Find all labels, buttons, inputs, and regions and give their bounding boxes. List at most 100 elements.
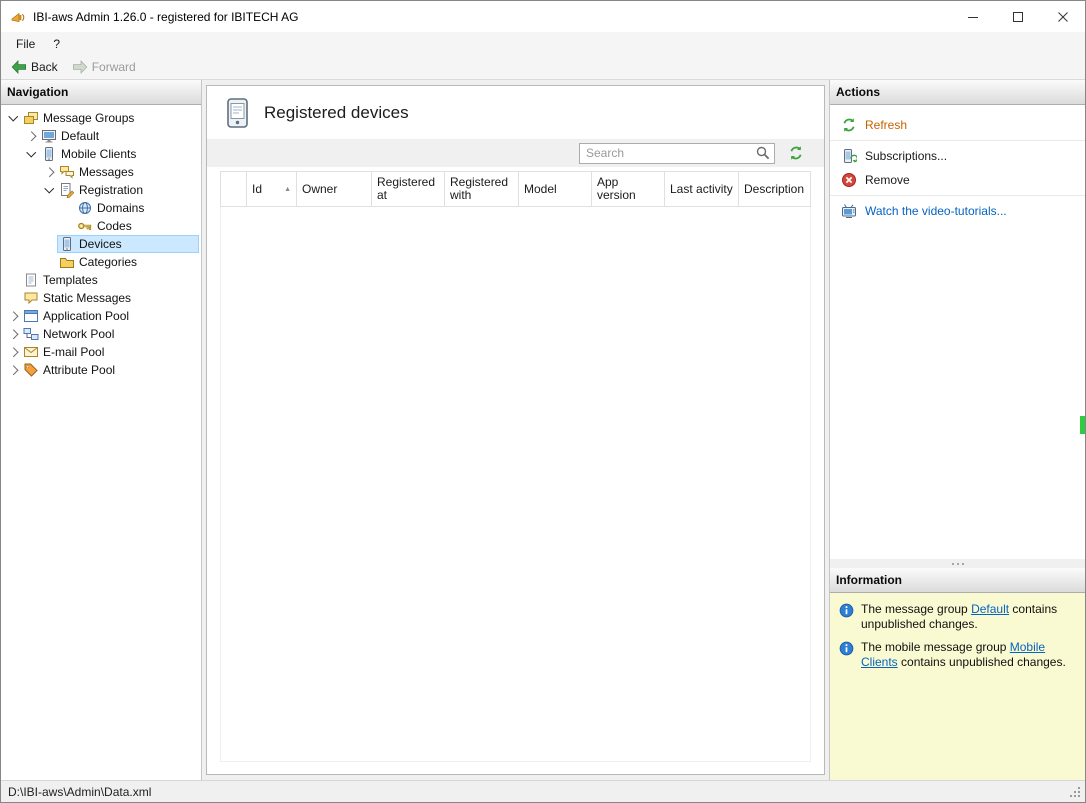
- link-default-group[interactable]: Default: [971, 602, 1009, 616]
- tree-item-static-messages[interactable]: Static Messages: [1, 289, 201, 307]
- search-input[interactable]: [579, 142, 775, 164]
- tree-item-label: Message Groups: [43, 111, 135, 125]
- attribute-pool-icon: [23, 362, 39, 378]
- column-header-app-version[interactable]: App version: [592, 172, 665, 206]
- tree-item-templates[interactable]: Templates: [1, 271, 201, 289]
- close-icon: [1057, 11, 1068, 22]
- tree-item-codes[interactable]: Codes: [1, 217, 201, 235]
- column-label: Registered with: [450, 175, 509, 202]
- chevron-down-icon[interactable]: [41, 182, 57, 198]
- static-messages-icon: [23, 290, 39, 306]
- tree-item-network-pool[interactable]: Network Pool: [1, 325, 201, 343]
- messages-icon: [59, 164, 75, 180]
- status-bar: D:\IBI-aws\Admin\Data.xml: [1, 780, 1085, 802]
- action-label: Remove: [865, 173, 910, 187]
- chevron-right-icon[interactable]: [5, 308, 21, 324]
- maximize-button[interactable]: [995, 1, 1040, 32]
- tree-item-messages[interactable]: Messages: [1, 163, 201, 181]
- title-bar[interactable]: IBI-aws Admin 1.26.0 - registered for IB…: [1, 1, 1085, 32]
- tree-item-application-pool[interactable]: Application Pool: [1, 307, 201, 325]
- chevron-right-icon[interactable]: [41, 164, 57, 180]
- column-header-registered-with[interactable]: Registered with: [445, 172, 519, 206]
- forward-button[interactable]: Forward: [66, 57, 142, 77]
- column-header-registered-at[interactable]: Registered at: [372, 172, 445, 206]
- column-header-last-activity[interactable]: Last activity: [665, 172, 739, 206]
- back-button[interactable]: Back: [5, 57, 64, 77]
- window-title: IBI-aws Admin 1.26.0 - registered for IB…: [33, 9, 299, 24]
- registered-devices-panel: Registered devices Search Id ▲ Owner Reg…: [206, 85, 825, 775]
- tree-item-content: Static Messages: [21, 289, 199, 307]
- panel-splitter[interactable]: [830, 559, 1085, 568]
- app-window: IBI-aws Admin 1.26.0 - registered for IB…: [0, 0, 1086, 803]
- tree-item-devices[interactable]: Devices: [1, 235, 201, 253]
- page-title: Registered devices: [264, 102, 409, 122]
- info-message: The mobile message group Mobile Clients …: [830, 632, 1085, 670]
- tree-item-domains[interactable]: Domains: [1, 199, 201, 217]
- column-header-model[interactable]: Model: [519, 172, 592, 206]
- back-label: Back: [31, 60, 58, 74]
- info-message: The message group Default contains unpub…: [830, 594, 1085, 632]
- menu-item-help[interactable]: ?: [44, 34, 69, 54]
- tree-item-content: Categories: [57, 253, 199, 271]
- menu-item-file[interactable]: File: [7, 34, 44, 54]
- chevron-right-icon[interactable]: [5, 344, 21, 360]
- divider: [830, 195, 1085, 196]
- tree-item-categories[interactable]: Categories: [1, 253, 201, 271]
- content-header: Registered devices: [207, 86, 824, 139]
- chevron-down-icon[interactable]: [23, 146, 39, 162]
- refresh-icon: [790, 146, 802, 160]
- chevron-right-icon[interactable]: [5, 326, 21, 342]
- action-remove[interactable]: Remove: [830, 168, 1085, 192]
- tree-item-label: Templates: [43, 273, 98, 287]
- message-groups-icon: [23, 110, 39, 126]
- tree-item-content: Network Pool: [21, 325, 199, 343]
- tree-item-label: E-mail Pool: [43, 345, 105, 359]
- refresh-button[interactable]: [787, 144, 805, 162]
- table-body: [220, 207, 811, 762]
- tree-item-label: Messages: [79, 165, 134, 179]
- video-tutorials-icon: [841, 203, 857, 219]
- chevron-down-icon[interactable]: [5, 110, 21, 126]
- tree-item-default[interactable]: Default: [1, 127, 201, 145]
- tree-item-label: Default: [61, 129, 100, 143]
- resize-grip[interactable]: [1078, 795, 1080, 797]
- chevron-right-icon[interactable]: [5, 362, 21, 378]
- chevron-right-icon[interactable]: [23, 128, 39, 144]
- info-message-text: The mobile message group Mobile Clients …: [861, 640, 1075, 670]
- sort-ascending-icon: ▲: [284, 185, 291, 193]
- menu-bar: File ?: [1, 32, 1085, 55]
- action-subscriptions[interactable]: Subscriptions...: [830, 144, 1085, 168]
- tree-item-mobile-clients[interactable]: Mobile Clients: [1, 145, 201, 163]
- action-refresh[interactable]: Refresh: [830, 113, 1085, 137]
- tree-item-label: Domains: [97, 201, 145, 215]
- splitter-dots-icon: [956, 562, 959, 565]
- tree-item-label: Registration: [79, 183, 144, 197]
- column-header-description[interactable]: Description: [739, 172, 810, 206]
- tree-item-attribute-pool[interactable]: Attribute Pool: [1, 361, 201, 379]
- minimize-button[interactable]: [950, 1, 995, 32]
- status-file-path: D:\IBI-aws\Admin\Data.xml: [8, 784, 152, 799]
- tree-item-registration[interactable]: Registration: [1, 181, 201, 199]
- refresh-icon: [841, 117, 857, 133]
- column-label: Description: [744, 181, 805, 196]
- action-watch-video-tutorials[interactable]: Watch the video-tutorials...: [830, 199, 1085, 223]
- tree-item-content: Mobile Clients: [39, 145, 199, 163]
- network-pool-icon: [23, 326, 39, 342]
- registered-devices-icon: [226, 97, 249, 128]
- main-area: Navigation Message Groups Default Mobile…: [1, 79, 1085, 780]
- info-message-text: The message group Default contains unpub…: [861, 602, 1075, 632]
- tree-item-e-mail-pool[interactable]: E-mail Pool: [1, 343, 201, 361]
- column-header-owner[interactable]: Owner: [297, 172, 372, 206]
- toolbar: Back Forward: [1, 55, 1085, 79]
- close-button[interactable]: [1040, 1, 1085, 32]
- search-icon[interactable]: [755, 145, 771, 161]
- column-header-id[interactable]: Id ▲: [247, 172, 297, 206]
- tree-item-content: Application Pool: [21, 307, 199, 325]
- tree-item-message-groups[interactable]: Message Groups: [1, 109, 201, 127]
- tree-item-content: Default: [39, 127, 199, 145]
- tree-item-label: Devices: [79, 237, 122, 251]
- table-header: Id ▲ Owner Registered at Registered with…: [220, 171, 811, 207]
